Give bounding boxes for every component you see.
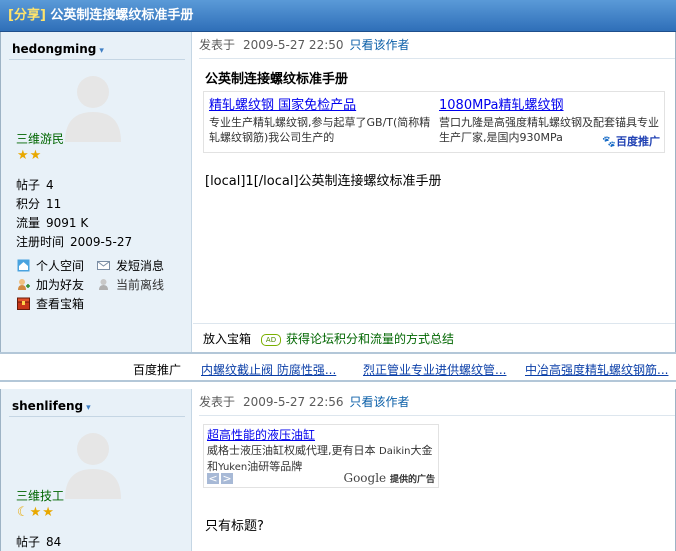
send-message-link[interactable]: 发短消息 [97,257,164,274]
home-icon [17,259,30,272]
only-author-link[interactable]: 只看该作者 [350,395,410,409]
chevron-down-icon[interactable]: ▾ [86,403,91,413]
ad-title-link[interactable]: 1080MPa精轧螺纹钢 [439,98,564,113]
user-offline-icon [99,279,108,290]
divider [193,323,675,324]
author-panel: hedongming ▾ 三维游民 ★★ 帖子 4 积分 11 流量 9091 K 注册… [1,32,192,352]
add-friend-icon [18,279,30,290]
thread-tag[interactable]: [分享] [8,8,46,23]
post-content: 发表于 2009-5-27 22:56 只看该作者 超高性能的液压油缸 威格士液压油… [193,389,675,551]
posted-label: 发表于 [199,395,236,409]
author-name[interactable]: shenlifeng ▾ [12,399,91,413]
stat-points: 积分 11 [16,197,62,211]
avatar [65,433,121,499]
ad-description: 专业生产精轧螺纹钢,参与起草了GB/T(简称精轧螺纹钢筋)我公司生产的 [209,116,431,144]
stat-posts: 帖子 84 [16,535,62,549]
ad-item[interactable]: 精轧螺纹钢 国家免检产品 专业生产精轧螺纹钢,参与起草了GB/T(简称精轧螺纹钢… [209,94,431,145]
google-logo: Google [343,471,387,485]
chevron-down-icon[interactable]: ▾ [99,46,104,56]
baidu-promo-label: 百度推广 [133,363,182,377]
envelope-icon [97,261,110,270]
post-1: hedongming ▾ 三维游民 ★★ 帖子 4 积分 11 流量 9091 K 注册… [0,32,676,352]
only-author-link[interactable]: 只看该作者 [350,38,410,52]
avatar [65,76,121,142]
ad-nav-arrows[interactable]: < > [207,472,235,485]
author-name[interactable]: hedongming ▾ [12,42,104,56]
post-date: 2009-5-27 22:56 [243,395,344,409]
personal-space-link[interactable]: 个人空间 [17,257,84,274]
separator-ad-link[interactable]: 中冶高强度精轧螺纹钢筋... [525,361,668,378]
separator-ad-link[interactable]: 烈正管业专业进供螺纹管... [363,361,506,378]
user-rank: 三维技工 [16,489,65,503]
ad-item[interactable]: 超高性能的液压油缸 威格士液压油缸权威代理,更有日本 Daikin大金和Yuke… [207,426,435,475]
rank-stars-icon: ★★ [17,148,43,163]
divider [9,59,185,60]
rank-stars-icon: ☾★★ [17,505,55,520]
arrow-right-icon[interactable]: > [221,473,233,484]
user-rank: 三维游民 [16,132,65,146]
add-friend-link[interactable]: 加为好友 [17,276,84,293]
offline-status: 当前离线 [97,276,164,293]
posted-label: 发表于 [199,38,236,52]
ad-separator-bar: 百度推广 内螺纹截止阀 防腐性强... 烈正管业专业进供螺纹管... 中冶高强度… [0,352,676,382]
ad-icon: AD [261,334,282,346]
ad-title-link[interactable]: 超高性能的液压油缸 [207,428,315,442]
view-treasure-box-link[interactable]: 查看宝箱 [17,295,84,312]
forum-points-guide-link[interactable]: 获得论坛积分和流量的方式总结 [286,332,454,346]
baidu-promo-label[interactable]: 🐾百度推广 [602,133,660,149]
stat-posts: 帖子 4 [16,178,54,192]
thread-title: 公英制连接螺纹标准手册 [50,8,194,23]
stat-register-date: 注册时间 2009-5-27 [16,235,133,249]
thread-title-bar: [分享] 公英制连接螺纹标准手册 [0,0,676,32]
post-content: 发表于 2009-5-27 22:50 只看该作者 公英制连接螺纹标准手册 精轧螺纹… [193,32,675,352]
post-body: [local]1[/local]公英制连接螺纹标准手册 [205,174,442,189]
post-meta: 发表于 2009-5-27 22:56 只看该作者 [199,389,675,416]
post-footer: 放入宝箱 AD 获得论坛积分和流量的方式总结 [203,330,454,347]
treasure-box-icon [17,297,30,310]
post-title: 公英制连接螺纹标准手册 [205,72,349,87]
post-2: shenlifeng ▾ 三维技工 ☾★★ 帖子 84 发表于 2009-5-27 2… [0,389,676,551]
google-ads-label[interactable]: Google 提供的广告 [344,471,436,485]
stat-traffic: 流量 9091 K [16,216,89,230]
paw-icon: 🐾 [602,135,616,148]
post-date: 2009-5-27 22:50 [243,38,344,52]
google-ad-box: 超高性能的液压油缸 威格士液压油缸权威代理,更有日本 Daikin大金和Yuke… [203,424,439,488]
post-meta: 发表于 2009-5-27 22:50 只看该作者 [199,32,675,59]
arrow-left-icon[interactable]: < [207,473,219,484]
baidu-ad-box: 精轧螺纹钢 国家免检产品 专业生产精轧螺纹钢,参与起草了GB/T(简称精轧螺纹钢… [203,91,665,153]
divider [9,416,185,417]
ad-title-link[interactable]: 精轧螺纹钢 国家免检产品 [209,98,356,113]
put-in-treasure-box[interactable]: 放入宝箱 [203,332,251,346]
post-body: 只有标题? [205,519,264,534]
separator-ad-link[interactable]: 内螺纹截止阀 防腐性强... [201,361,336,378]
author-panel: shenlifeng ▾ 三维技工 ☾★★ 帖子 84 [1,389,192,551]
